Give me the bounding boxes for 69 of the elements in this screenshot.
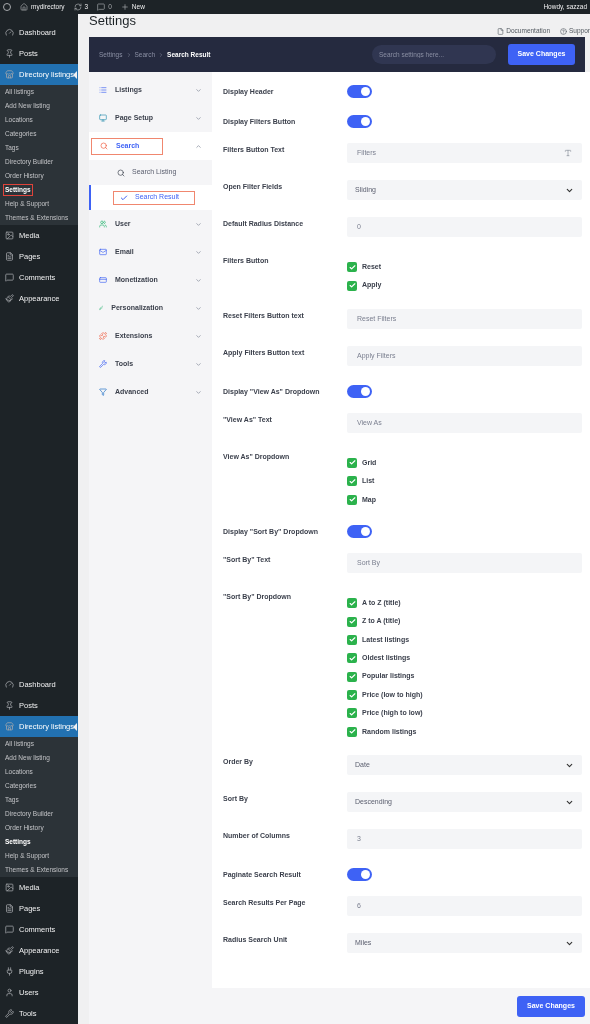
menu-icon [5, 925, 14, 934]
breadcrumb-separator-icon [158, 51, 165, 58]
toggle-switch[interactable] [347, 115, 372, 128]
caret-down-icon [195, 220, 202, 228]
caret-down-icon [195, 304, 202, 312]
nav-icon [99, 304, 104, 312]
document-icon [497, 27, 505, 35]
menu-icon [5, 1009, 14, 1018]
menu-icon [5, 988, 14, 997]
checkbox[interactable] [347, 690, 357, 701]
checkbox[interactable] [347, 616, 357, 627]
toggle-switch[interactable] [347, 868, 372, 882]
current-marker-icon [73, 723, 77, 731]
help-icon [560, 27, 568, 35]
plus-icon [120, 3, 129, 11]
home-icon [20, 3, 28, 11]
search-icon [117, 168, 125, 177]
nav-icon [99, 388, 107, 396]
checkbox[interactable] [347, 476, 357, 487]
checkbox[interactable] [347, 457, 357, 468]
updates-icon [73, 3, 82, 11]
checkbox[interactable] [347, 262, 357, 273]
caret-down-icon [195, 276, 202, 284]
caret-up-icon [195, 142, 202, 150]
toggle-switch[interactable] [347, 384, 372, 398]
caret-down-icon [195, 114, 202, 122]
nav-icon [99, 248, 107, 256]
menu-icon [5, 680, 14, 689]
breadcrumb-separator-icon [125, 51, 132, 58]
checkbox[interactable] [347, 494, 357, 505]
nav-icon [99, 332, 107, 340]
nav-icon [99, 360, 107, 368]
menu-icon [5, 252, 14, 261]
caret-down-icon [195, 332, 202, 340]
menu-icon [5, 701, 14, 710]
menu-icon [5, 231, 14, 240]
checkbox[interactable] [347, 653, 357, 664]
checkbox[interactable] [347, 671, 357, 682]
text-format-icon [564, 149, 572, 157]
caret-down-icon [195, 86, 202, 94]
nav-icon [99, 276, 107, 284]
checkbox[interactable] [347, 280, 357, 291]
menu-icon [5, 883, 14, 892]
toggle-switch[interactable] [347, 524, 372, 538]
nav-icon [99, 86, 107, 94]
menu-icon [5, 967, 14, 976]
menu-icon [5, 946, 14, 955]
menu-icon [5, 722, 14, 731]
comment-icon [97, 3, 106, 11]
toggle-switch[interactable] [347, 85, 372, 98]
caret-down-icon [195, 248, 202, 256]
caret-down-icon [195, 360, 202, 368]
checkbox[interactable] [347, 634, 357, 645]
caret-down-icon [195, 388, 202, 396]
current-marker-icon [73, 71, 77, 79]
menu-icon [5, 28, 14, 37]
nav-icon [99, 114, 107, 122]
nav-icon [99, 220, 107, 228]
page-title: Settings [89, 14, 136, 27]
menu-icon [5, 904, 14, 913]
checkbox[interactable] [347, 708, 357, 719]
nav-icon [100, 142, 108, 150]
checkbox[interactable] [347, 598, 357, 609]
check-icon [120, 193, 128, 202]
menu-icon [5, 49, 14, 58]
menu-icon [5, 70, 14, 79]
menu-icon [5, 273, 14, 282]
menu-icon [5, 294, 14, 303]
checkbox[interactable] [347, 726, 357, 737]
